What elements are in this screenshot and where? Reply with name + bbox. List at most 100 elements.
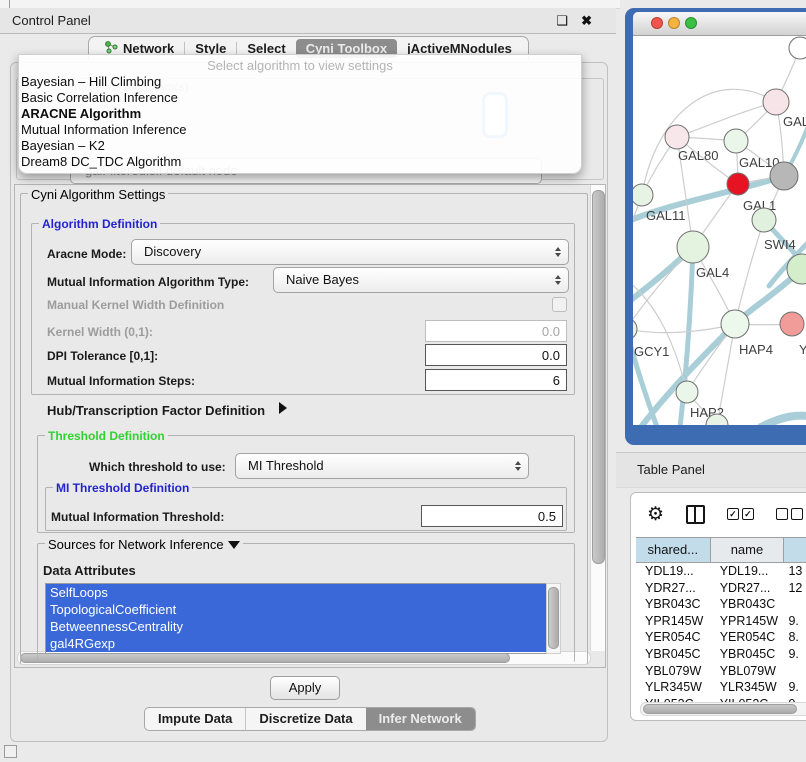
mi-algorithm-type-combo[interactable]: Naive Bayes	[273, 267, 569, 293]
table-cell: 9.	[784, 646, 806, 663]
algorithm-option[interactable]: ARACNE Algorithm	[19, 106, 581, 122]
bottom-tab-impute-data[interactable]: Impute Data	[145, 708, 245, 730]
sources-collapse-arrow-icon[interactable]	[228, 541, 240, 549]
node-label: GAL4	[696, 265, 729, 280]
mi-threshold-field[interactable]: 0.5	[421, 505, 563, 527]
column-header-a[interactable]: A	[784, 538, 806, 562]
algorithm-option[interactable]: Basic Correlation Inference	[19, 90, 581, 106]
table-row[interactable]: YLR345WYLR345W9.	[636, 679, 806, 696]
mi-threshold-group-title: MI Threshold Definition	[53, 481, 192, 495]
network-view-window[interactable]: GALGAL80GAL10GAL1GAL11SWI4GAL4HAP4YGCY1H…	[625, 8, 806, 445]
scrollbar-thumb[interactable]	[643, 704, 797, 714]
aracne-mode-label: Aracne Mode:	[47, 247, 126, 261]
close-traffic-light-icon[interactable]	[651, 17, 663, 29]
network-node[interactable]	[752, 208, 776, 232]
control-panel-title: Control Panel	[12, 13, 91, 28]
hub-expand-arrow-icon[interactable]	[279, 402, 287, 414]
table-row[interactable]: YDL19...YDL19...13	[636, 563, 806, 580]
which-threshold-combo[interactable]: MI Threshold	[235, 453, 529, 479]
columns-icon[interactable]	[686, 505, 705, 524]
network-node-gal11[interactable]	[633, 184, 653, 206]
which-threshold-value: MI Threshold	[248, 458, 324, 473]
kernel-width-label: Kernel Width (0,1):	[47, 325, 153, 339]
bottom-tab-discretize-data[interactable]: Discretize Data	[246, 708, 365, 730]
table-cell	[784, 596, 806, 613]
mi-steps-field[interactable]: 6	[425, 369, 567, 391]
network-node-gal80[interactable]	[665, 125, 689, 149]
node-label: GAL80	[678, 148, 718, 163]
attribute-list-item[interactable]: TopologicalCoefficient	[46, 601, 546, 618]
application-window: Control Panel ❑ ✖ NetworkStyleSelectCyni…	[0, 0, 806, 762]
table-cell: 8.	[784, 629, 806, 646]
table-cell: YBR043C	[636, 596, 711, 613]
grip-icon[interactable]	[4, 745, 17, 758]
network-node[interactable]	[770, 162, 798, 190]
close-panel-icon[interactable]: ✖	[581, 13, 592, 29]
algorithm-option[interactable]: Bayesian – Hill Climbing	[19, 74, 581, 90]
zoom-traffic-light-icon[interactable]	[685, 17, 697, 29]
kernel-width-field[interactable]: 0.0	[425, 320, 567, 342]
attribute-list-item[interactable]: SelfLoops	[46, 584, 546, 601]
network-node-gal4[interactable]	[677, 231, 709, 263]
aracne-mode-value: Discovery	[144, 244, 201, 259]
network-window-titlebar[interactable]	[633, 12, 806, 36]
algorithm-option[interactable]: Dream8 DC_TDC Algorithm	[19, 154, 581, 170]
network-node-gal1[interactable]	[727, 173, 749, 195]
data-attributes-label: Data Attributes	[43, 563, 136, 578]
manual-kernel-width-checkbox[interactable]	[552, 297, 567, 312]
attribute-list-item[interactable]: BetweennessCentrality	[46, 618, 546, 635]
table-row[interactable]: YER054CYER054C8.	[636, 629, 806, 646]
network-node[interactable]	[789, 37, 806, 59]
node-label: GAL	[783, 114, 806, 129]
table-row[interactable]: YPR145WYPR145W9.	[636, 613, 806, 630]
scrollbar-thumb[interactable]	[592, 190, 605, 564]
network-node-hap2[interactable]	[676, 381, 698, 403]
table-cell: YDR27...	[636, 580, 711, 597]
select-all-icon[interactable]: ✓✓	[727, 508, 754, 520]
dpi-tolerance-label: DPI Tolerance [0,1]:	[47, 349, 158, 363]
attribute-list-item[interactable]: gal4RGexp	[46, 635, 546, 652]
apply-button[interactable]: Apply	[270, 676, 340, 700]
settings-scroll-container: Cyni Algorithm Settings Algorithm Defini…	[14, 184, 606, 668]
data-attributes-list[interactable]: SelfLoopsTopologicalCoefficientBetweenne…	[45, 583, 547, 654]
aracne-mode-combo[interactable]: Discovery	[131, 239, 569, 265]
network-node-gal[interactable]	[763, 89, 789, 115]
control-panel-bottom-tabs: Impute DataDiscretize DataInfer Network	[144, 707, 476, 731]
manual-kernel-width-label: Manual Kernel Width Definition	[47, 298, 224, 312]
float-panel-icon[interactable]: ❑	[556, 13, 568, 29]
column-header-name[interactable]: name	[711, 538, 785, 562]
node-label: SWI4	[764, 237, 796, 252]
network-node-hap4[interactable]	[721, 310, 749, 338]
gear-icon[interactable]: ⚙	[647, 505, 664, 524]
table-cell: 9.	[784, 613, 806, 630]
algorithm-dropdown-placeholder: Select algorithm to view settings	[19, 55, 581, 74]
column-header-shared-[interactable]: shared...	[636, 538, 711, 562]
network-node-y[interactable]	[780, 312, 804, 336]
dpi-tolerance-field[interactable]: 0.0	[425, 344, 567, 366]
minimize-traffic-light-icon[interactable]	[668, 17, 680, 29]
scrollbar-thumb[interactable]	[548, 587, 559, 649]
table-row[interactable]: YBR045CYBR045C9.	[636, 646, 806, 663]
deselect-all-icon[interactable]	[776, 508, 803, 520]
hub-definition-label: Hub/Transcription Factor Definition	[47, 403, 265, 418]
table-cell: 9.	[784, 679, 806, 696]
network-node-gal10[interactable]	[724, 129, 748, 153]
table-row[interactable]: YBR043CYBR043C	[636, 596, 806, 613]
network-canvas[interactable]: GALGAL80GAL10GAL1GAL11SWI4GAL4HAP4YGCY1H…	[633, 36, 806, 425]
attributes-list-scrollbar[interactable]	[546, 583, 561, 654]
node-table: shared...nameA YDL19...YDL19...13YDR27..…	[636, 537, 806, 720]
bottom-tab-infer-network[interactable]: Infer Network	[366, 708, 475, 730]
network-node-gcy1[interactable]	[633, 318, 637, 340]
sources-group-title: Sources for Network Inference	[45, 537, 243, 552]
table-row[interactable]: YDR27...YDR27...12	[636, 580, 806, 597]
table-row[interactable]: YBL079WYBL079W	[636, 663, 806, 680]
combo-arrows-icon	[515, 461, 521, 471]
mi-algorithm-type-label: Mutual Information Algorithm Type:	[47, 275, 249, 289]
settings-vertical-scrollbar[interactable]	[590, 185, 605, 651]
table-cell: YDR27...	[711, 580, 785, 597]
table-horizontal-scrollbar[interactable]	[640, 702, 806, 716]
algorithm-option[interactable]: Mutual Information Inference	[19, 122, 581, 138]
algorithm-option[interactable]: Bayesian – K2	[19, 138, 581, 154]
mi-algorithm-type-value: Naive Bayes	[286, 272, 359, 287]
table-toolbar: ⚙ ✓✓	[631, 493, 806, 535]
